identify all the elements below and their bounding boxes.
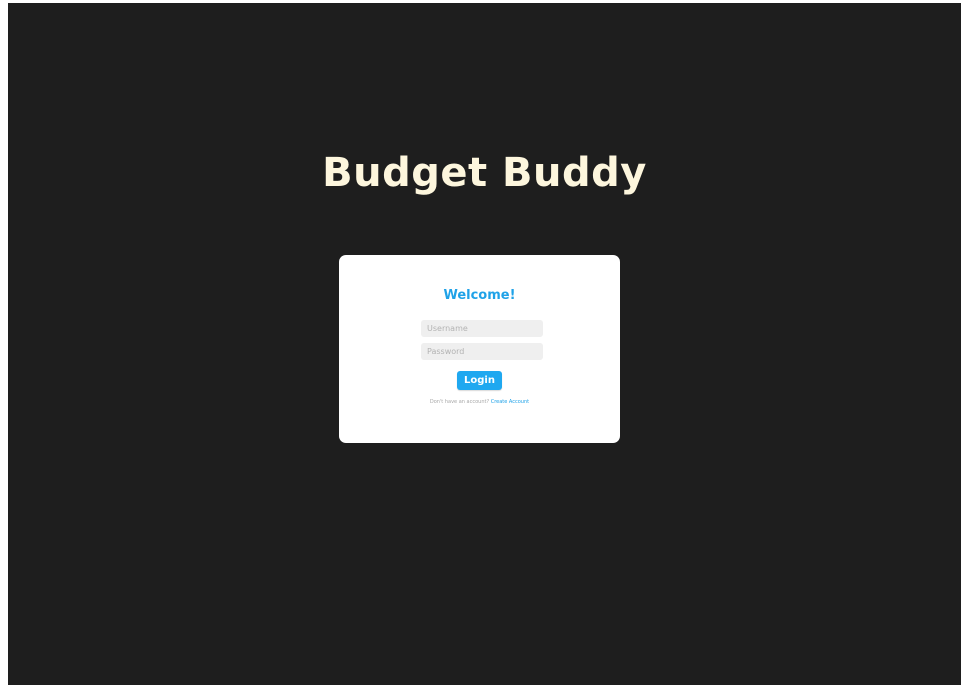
app-background: Budget Buddy Welcome! Login Don't have a… [8,3,961,685]
welcome-heading: Welcome! [443,288,516,303]
login-button[interactable]: Login [457,371,502,390]
app-title: Budget Buddy [322,150,647,196]
signup-prompt-row: Don't have an account? Create Account [339,399,620,405]
username-input[interactable] [421,320,543,337]
create-account-link[interactable]: Create Account [491,399,529,405]
password-input[interactable] [421,343,543,360]
signup-prompt-text: Don't have an account? [429,399,490,405]
login-card: Welcome! Login Don't have an account? Cr… [339,255,620,443]
